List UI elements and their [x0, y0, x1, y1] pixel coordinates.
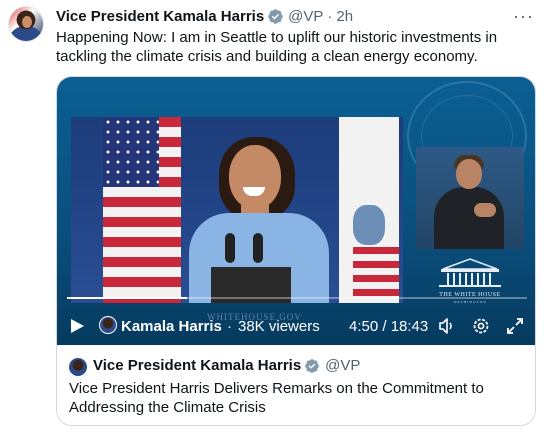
video-player[interactable]: THE WHITE HOUSE WASHINGTON WHITEHOUSE.GO… — [57, 77, 535, 345]
interpreter-hand — [474, 203, 496, 217]
viewer-count: 38K viewers — [238, 318, 320, 335]
expand-icon[interactable] — [505, 316, 525, 336]
flag-canton — [103, 117, 159, 187]
source-avatar — [69, 358, 87, 376]
video-controls: Kamala Harris · 38K viewers 4:50 / 18:43 — [57, 313, 535, 339]
vp-flag-emblem — [353, 205, 385, 245]
us-flag — [103, 117, 181, 303]
broadcaster-avatar[interactable] — [99, 316, 117, 334]
author-handle[interactable]: @VP — [288, 8, 323, 25]
broadcast-source[interactable]: Vice President Kamala Harris @VP Vice Pr… — [57, 345, 535, 425]
volume-icon[interactable] — [437, 316, 457, 336]
broadcast-card[interactable]: THE WHITE HOUSE WASHINGTON WHITEHOUSE.GO… — [56, 76, 536, 426]
sign-language-interpreter-inset — [416, 147, 524, 249]
separator-dot: · — [227, 318, 232, 335]
video-progress-fill — [67, 297, 187, 299]
interpreter-head — [456, 159, 482, 189]
source-handle: @VP — [325, 357, 361, 374]
video-frame — [71, 117, 403, 303]
settings-gear-icon[interactable] — [471, 316, 491, 336]
source-header: Vice President Kamala Harris @VP — [93, 357, 360, 374]
author-avatar[interactable] — [8, 6, 44, 42]
interpreter-body — [434, 187, 504, 249]
us-flag-small — [353, 247, 399, 303]
speaker-face — [229, 145, 281, 209]
time-separator: · — [327, 7, 333, 25]
tweet-header: Vice President Kamala Harris @VP · 2h — [56, 7, 353, 25]
video-progress-bar[interactable] — [67, 297, 527, 299]
white-house-logo-icon — [439, 258, 501, 287]
tweet-timestamp[interactable]: 2h — [336, 8, 353, 25]
more-options-icon[interactable]: ··· — [513, 6, 534, 27]
source-author-name: Vice President Kamala Harris — [93, 357, 302, 374]
avatar-face — [22, 16, 32, 28]
play-icon[interactable] — [69, 318, 85, 334]
author-name[interactable]: Vice President Kamala Harris — [56, 8, 264, 25]
tweet-text: Happening Now: I am in Seattle to uplift… — [56, 29, 498, 65]
white-house-logo-subtext: WASHINGTON — [453, 300, 487, 304]
microphone — [253, 233, 263, 263]
verified-badge-icon — [305, 358, 320, 373]
broadcast-title: Vice President Harris Delivers Remarks o… — [69, 380, 484, 416]
video-timecode: 4:50 / 18:43 — [349, 318, 429, 335]
microphone — [225, 233, 235, 263]
broadcaster-name[interactable]: Kamala Harris — [121, 318, 222, 335]
verified-badge-icon — [268, 8, 283, 24]
